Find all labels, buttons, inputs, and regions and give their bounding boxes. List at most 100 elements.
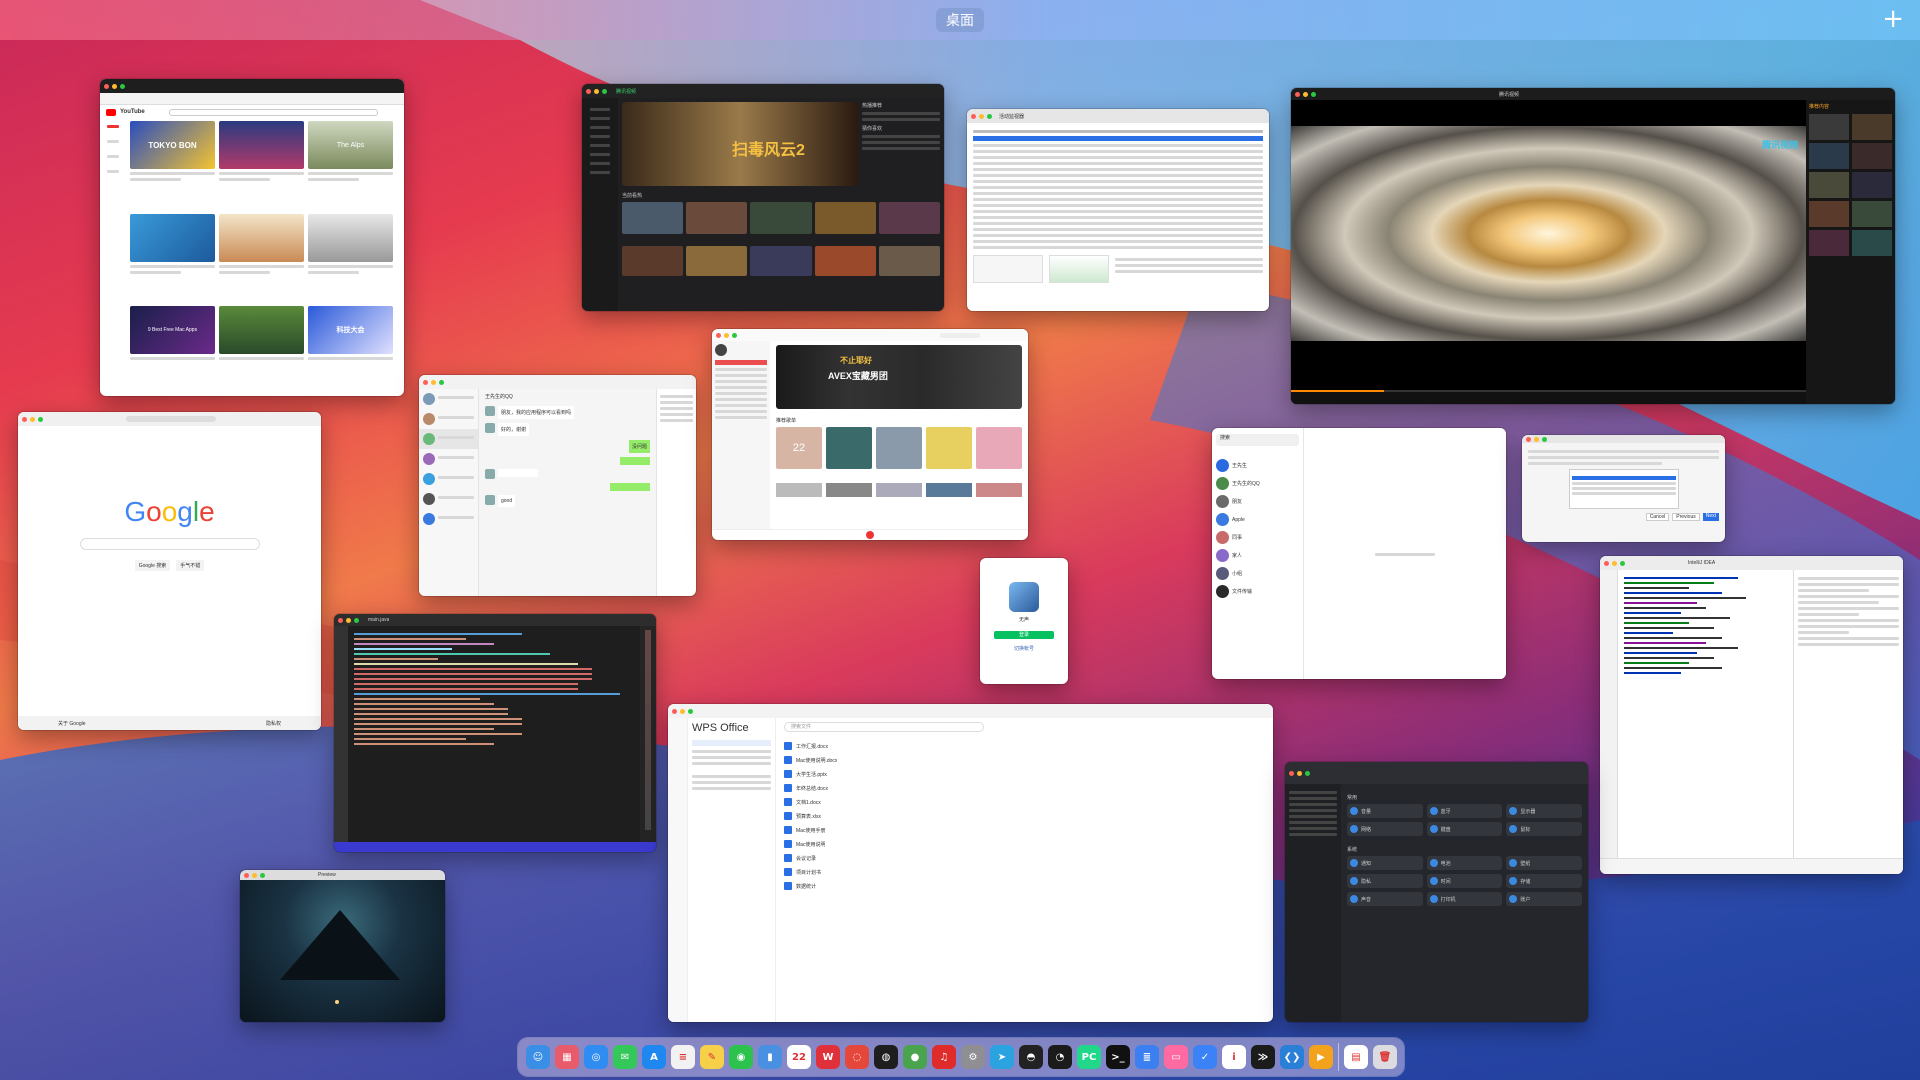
im-search-input[interactable]: 搜索 bbox=[1216, 434, 1299, 446]
settings-icon[interactable]: ⚙ bbox=[961, 1045, 985, 1069]
screen-share-icon[interactable]: ▭ bbox=[1164, 1045, 1188, 1069]
next-button[interactable]: Next bbox=[1702, 513, 1719, 521]
file-row[interactable]: 大学生活.pptx bbox=[784, 770, 1265, 778]
wps-search-input[interactable]: 搜索文件 bbox=[784, 722, 984, 732]
im-window[interactable]: 搜索 王先生 王先生的QQ 朋友 Apple 同事 家人 小组 文件传输 bbox=[1212, 428, 1506, 679]
add-space-button[interactable]: + bbox=[1882, 4, 1904, 34]
player-controls[interactable] bbox=[1291, 390, 1806, 404]
file-row[interactable]: Mac使用说明 bbox=[784, 840, 1265, 848]
chrome-icon[interactable]: ● bbox=[903, 1045, 927, 1069]
messages-icon[interactable]: ✉ bbox=[613, 1045, 637, 1069]
text-dialog-window[interactable]: Cancel Previous Next bbox=[1522, 435, 1725, 542]
video-card[interactable]: The Alps bbox=[308, 121, 393, 208]
launchpad-icon[interactable]: ▦ bbox=[555, 1045, 579, 1069]
file-row[interactable]: 数据统计 bbox=[784, 882, 1265, 890]
wps-file-list: 搜索文件 工作汇报.docx Mac使用说明.docx 大学生活.pptx 年终… bbox=[776, 718, 1273, 1022]
google-search-input[interactable] bbox=[79, 538, 260, 550]
music-window[interactable]: 不止耶好 AVEX宝藏男团 推荐歌单 22 bbox=[712, 329, 1028, 540]
weibo-icon[interactable]: ◌ bbox=[845, 1045, 869, 1069]
music-player-bar[interactable] bbox=[712, 529, 1028, 540]
voice-memo-icon[interactable]: ▮ bbox=[758, 1045, 782, 1069]
terminal-icon[interactable]: >_ bbox=[1106, 1045, 1130, 1069]
trash-icon[interactable]: 🗑 bbox=[1373, 1045, 1397, 1069]
player-titlebar: 腾讯视频 bbox=[1291, 88, 1895, 100]
finder-icon[interactable]: ☺ bbox=[526, 1045, 550, 1069]
editor-code[interactable] bbox=[348, 626, 640, 842]
info-icon[interactable]: i bbox=[1222, 1045, 1246, 1069]
preview-image bbox=[240, 880, 445, 1022]
video-card[interactable]: TOKYO BON bbox=[130, 121, 215, 208]
video-streaming-window[interactable]: 腾讯视频 扫毒风云2 热播推荐 猜你喜欢 当前看热 bbox=[582, 84, 944, 311]
chat-window[interactable]: 王先生的QQ 朋友，我的应用程序可以看到吗 好的，谢谢 没问题 good bbox=[419, 375, 696, 596]
selected-row[interactable] bbox=[973, 136, 1263, 141]
video-card[interactable] bbox=[219, 213, 304, 301]
ide-window[interactable]: IntelliJ IDEA bbox=[1600, 556, 1903, 874]
github-icon[interactable]: ◓ bbox=[1019, 1045, 1043, 1069]
music-nav-selected[interactable] bbox=[715, 360, 767, 365]
vscode-icon[interactable]: ❮❯ bbox=[1280, 1045, 1304, 1069]
qq-login-window[interactable]: 无声 登录 切换帐号 bbox=[980, 558, 1068, 684]
safari-icon[interactable]: ◎ bbox=[584, 1045, 608, 1069]
file-row[interactable]: 工作汇报.docx bbox=[784, 742, 1265, 750]
safari-address-bar[interactable] bbox=[126, 416, 216, 422]
wps-icon[interactable]: W bbox=[816, 1045, 840, 1069]
video-card[interactable] bbox=[219, 306, 304, 387]
wechat-icon[interactable]: ◉ bbox=[729, 1045, 753, 1069]
settings-window[interactable]: 常用 音量 蓝牙 显示器 网络 键盘 鼠标 系统 通知 电池 壁纸 隐私 时间 … bbox=[1285, 762, 1588, 1022]
qq-icon[interactable]: ◍ bbox=[874, 1045, 898, 1069]
youtube-window[interactable]: YouTube TOKYO BON The Alps 9 Best Free M… bbox=[100, 79, 404, 396]
video-banner[interactable]: 扫毒风云2 bbox=[622, 102, 858, 186]
file-row[interactable]: Mac使用说明.docx bbox=[784, 756, 1265, 764]
google-search-button[interactable]: Google 搜索 bbox=[134, 560, 171, 571]
address-bar[interactable] bbox=[100, 93, 404, 105]
dialog-list[interactable] bbox=[1568, 469, 1679, 509]
file-row[interactable]: 年终总结.docx bbox=[784, 784, 1265, 792]
file-row[interactable]: 预算表.xlsx bbox=[784, 812, 1265, 820]
video-card[interactable] bbox=[219, 121, 304, 208]
text-editor-icon[interactable]: ≣ bbox=[1135, 1045, 1159, 1069]
pycharm-icon[interactable]: PC bbox=[1077, 1045, 1101, 1069]
activity-monitor-icon[interactable]: ◔ bbox=[1048, 1045, 1072, 1069]
video-card[interactable]: 科技大会 bbox=[308, 306, 393, 387]
player-video-area[interactable]: 腾讯视频 bbox=[1291, 100, 1806, 404]
notes-icon[interactable]: ✎ bbox=[700, 1045, 724, 1069]
wps-title: WPS Office bbox=[692, 722, 749, 734]
file-row[interactable]: Mac使用手册 bbox=[784, 826, 1265, 834]
code-editor-window[interactable]: main.java bbox=[334, 614, 656, 852]
video-card[interactable] bbox=[308, 213, 393, 301]
console-icon[interactable]: ≫ bbox=[1251, 1045, 1275, 1069]
calendar-icon[interactable]: 22 bbox=[787, 1045, 811, 1069]
file-row[interactable]: 项目计划书 bbox=[784, 868, 1265, 876]
youtube-search-input[interactable] bbox=[168, 108, 378, 116]
ide-editor[interactable] bbox=[1618, 570, 1793, 858]
play-icon[interactable] bbox=[866, 531, 874, 539]
appstore-icon[interactable]: A bbox=[642, 1045, 666, 1069]
preview-window[interactable]: Preview bbox=[240, 870, 445, 1022]
video-player-window[interactable]: 腾讯视频 腾讯视频 推荐内容 bbox=[1291, 88, 1895, 404]
file-row[interactable]: 会议记录 bbox=[784, 854, 1265, 862]
document-icon[interactable]: ▤ bbox=[1344, 1045, 1368, 1069]
previous-button[interactable]: Previous bbox=[1672, 513, 1700, 521]
cancel-button[interactable]: Cancel bbox=[1645, 513, 1670, 521]
wps-window[interactable]: WPS Office 搜索文件 工作汇报.docx Mac使用说明.docx 大… bbox=[668, 704, 1273, 1022]
google-window[interactable]: Google Google 搜索 手气不错 关于 Google 隐私权 bbox=[18, 412, 321, 730]
mail-icon[interactable]: ✓ bbox=[1193, 1045, 1217, 1069]
switch-account-link[interactable]: 切换帐号 bbox=[980, 645, 1068, 652]
editor-activity-bar bbox=[334, 626, 348, 842]
music-banner[interactable]: 不止耶好 AVEX宝藏男团 bbox=[776, 345, 1022, 409]
video-card[interactable]: 9 Best Free Mac Apps bbox=[130, 306, 215, 387]
feeling-lucky-button[interactable]: 手气不错 bbox=[176, 560, 205, 571]
reminders-icon[interactable]: ≡ bbox=[671, 1045, 695, 1069]
activity-monitor-window[interactable]: 活动监视器 bbox=[967, 109, 1269, 311]
desktop-space-label[interactable]: 桌面 bbox=[936, 8, 984, 32]
cpu-graph bbox=[1049, 255, 1109, 283]
netease-music-icon[interactable]: ♫ bbox=[932, 1045, 956, 1069]
file-row[interactable]: 文档1.docx bbox=[784, 798, 1265, 806]
settings-sidebar bbox=[1285, 784, 1341, 1022]
telegram-icon[interactable]: ➤ bbox=[990, 1045, 1014, 1069]
music-search-input[interactable] bbox=[940, 332, 980, 338]
video-card[interactable] bbox=[130, 213, 215, 301]
login-button[interactable]: 登录 bbox=[994, 631, 1054, 639]
music-section-title: 推荐歌单 bbox=[776, 418, 797, 424]
infuse-icon[interactable]: ▶ bbox=[1309, 1045, 1333, 1069]
